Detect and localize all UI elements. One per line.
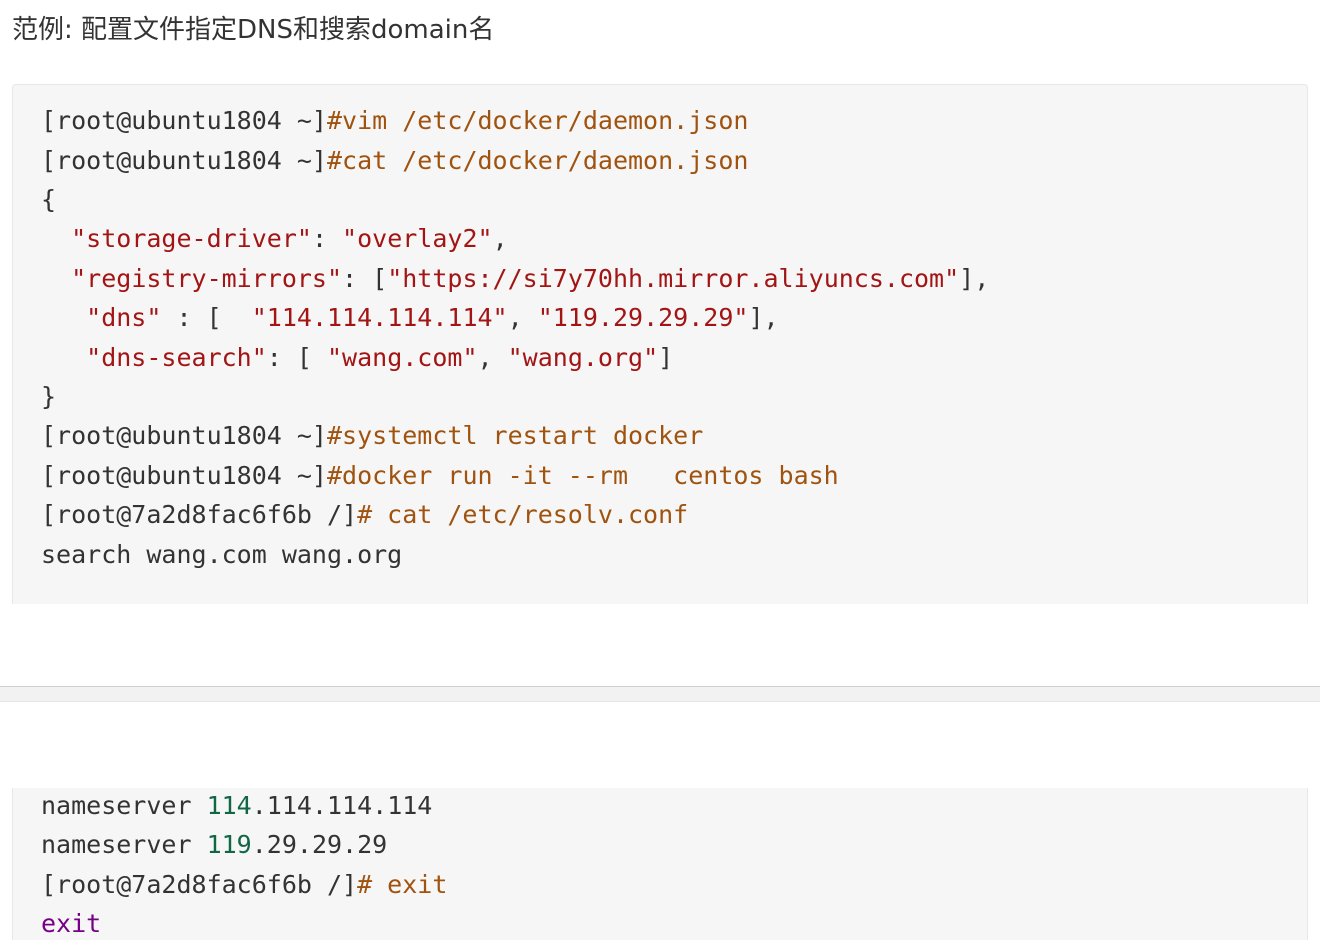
code-line: [root@ubuntu1804 ~]#systemctl restart do…: [41, 416, 703, 456]
code-line: [root@ubuntu1804 ~]#vim /etc/docker/daem…: [41, 101, 748, 141]
shell-command: #docker run -it --rm centos bash: [326, 461, 839, 490]
json-value: "wang.com": [327, 343, 478, 372]
json-key: "registry-mirrors": [71, 264, 343, 293]
shell-command: #vim /etc/docker/daemon.json: [326, 106, 749, 135]
code-line: [root@7a2d8fac6f6b /]# exit: [41, 865, 447, 905]
shell-command: # exit: [357, 870, 448, 899]
code-line: [root@7a2d8fac6f6b /]# cat /etc/resolv.c…: [41, 495, 688, 535]
code-line: [root@ubuntu1804 ~]#cat /etc/docker/daem…: [41, 141, 748, 181]
json-sep: ,: [477, 343, 508, 372]
code-line: "registry-mirrors": ["https://si7y70hh.m…: [41, 259, 989, 299]
json-value: "https://si7y70hh.mirror.aliyuncs.com": [387, 264, 960, 293]
code-line: search wang.com wang.org: [41, 540, 403, 569]
shell-prompt: [root@ubuntu1804 ~]: [41, 146, 327, 175]
output-text: nameserver: [41, 791, 207, 820]
shell-command: #cat /etc/docker/daemon.json: [326, 146, 749, 175]
json-value: "119.29.29.29": [537, 303, 749, 332]
output-text: .29.29.29: [251, 830, 388, 859]
code-line: nameserver 114.114.114.114: [41, 788, 432, 826]
json-value: "114.114.114.114": [251, 303, 508, 332]
page-title: 范例: 配置文件指定DNS和搜索domain名: [12, 15, 495, 45]
json-sep: : [: [266, 343, 327, 372]
json-end: ]: [658, 343, 674, 372]
shell-prompt: [root@7a2d8fac6f6b /]: [41, 500, 358, 529]
code-line: }: [41, 382, 57, 411]
shell-prompt: [root@7a2d8fac6f6b /]: [41, 870, 358, 899]
code-line: exit: [41, 909, 102, 938]
shell-command: # cat /etc/resolv.conf: [357, 500, 689, 529]
code-line: nameserver 119.29.29.29: [41, 825, 387, 865]
json-value: "wang.org": [507, 343, 659, 372]
json-value: "overlay2": [342, 224, 493, 253]
page-divider: [0, 686, 1320, 702]
output-text: .114.114.114: [251, 791, 433, 820]
json-key: "dns": [86, 303, 162, 332]
code-block: [root@ubuntu1804 ~]#vim /etc/docker/daem…: [12, 84, 1308, 604]
shell-prompt: [root@ubuntu1804 ~]: [41, 421, 327, 450]
code-block: nameserver 114.114.114.114 nameserver 11…: [12, 788, 1308, 940]
shell-prompt: [root@ubuntu1804 ~]: [41, 461, 327, 490]
shell-prompt: [root@ubuntu1804 ~]: [41, 106, 327, 135]
output-number: 119: [206, 830, 252, 859]
json-key: "dns-search": [86, 343, 267, 372]
json-key: "storage-driver": [71, 224, 312, 253]
shell-command: #systemctl restart docker: [326, 421, 704, 450]
json-sep: :: [311, 224, 343, 253]
code-line: "storage-driver": "overlay2",: [41, 219, 508, 259]
json-end: ],: [748, 303, 779, 332]
json-sep: ,: [507, 303, 538, 332]
code-line: "dns-search": [ "wang.com", "wang.org"]: [41, 338, 673, 378]
code-line: {: [41, 185, 57, 214]
json-sep: : [: [161, 303, 252, 332]
json-end: ,: [492, 224, 508, 253]
code-line: "dns" : [ "114.114.114.114", "119.29.29.…: [41, 298, 779, 338]
output-number: 114: [206, 791, 252, 820]
json-sep: : [: [342, 264, 388, 293]
code-line: [root@ubuntu1804 ~]#docker run -it --rm …: [41, 456, 839, 496]
output-text: nameserver: [41, 830, 207, 859]
json-end: ],: [959, 264, 990, 293]
